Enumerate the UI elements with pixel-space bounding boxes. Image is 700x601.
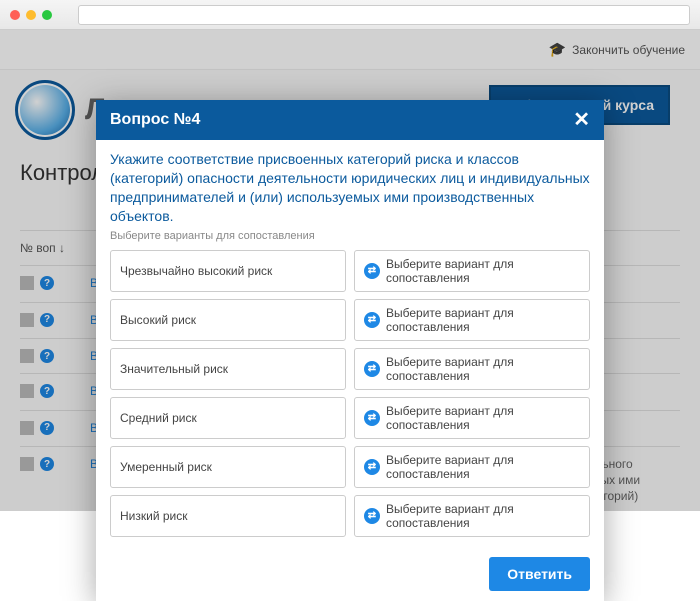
match-left-cell[interactable]: Умеренный риск bbox=[110, 446, 346, 488]
match-left-cell[interactable]: Средний риск bbox=[110, 397, 346, 439]
swap-icon: ⇄ bbox=[364, 263, 380, 279]
question-text: Укажите соответствие присвоенных категор… bbox=[110, 150, 590, 226]
match-left-label: Средний риск bbox=[120, 411, 197, 425]
url-bar[interactable] bbox=[78, 5, 690, 25]
swap-icon: ⇄ bbox=[364, 312, 380, 328]
match-row: Значительный риск ⇄ Выберите вариант для с… bbox=[110, 348, 590, 390]
modal-body: Укажите соответствие присвоенных категор… bbox=[96, 140, 604, 547]
browser-chrome bbox=[0, 0, 700, 30]
match-left-cell[interactable]: Высокий риск bbox=[110, 299, 346, 341]
match-left-label: Чрезвычайно высокий риск bbox=[120, 264, 272, 278]
match-right-cell[interactable]: ⇄ Выберите вариант для сопоставления bbox=[354, 250, 590, 292]
match-rows: Чрезвычайно высокий риск ⇄ Выберите вариан… bbox=[110, 250, 590, 537]
match-right-cell[interactable]: ⇄ Выберите вариант для сопоставления bbox=[354, 299, 590, 341]
match-right-placeholder: Выберите вариант для сопоставления bbox=[386, 404, 580, 432]
match-right-placeholder: Выберите вариант для сопоставления bbox=[386, 355, 580, 383]
match-left-cell[interactable]: Чрезвычайно высокий риск bbox=[110, 250, 346, 292]
swap-icon: ⇄ bbox=[364, 410, 380, 426]
match-left-cell[interactable]: Низкий риск bbox=[110, 495, 346, 537]
modal-header: Вопрос №4 ✕ bbox=[96, 100, 604, 140]
match-left-label: Значительный риск bbox=[120, 362, 228, 376]
answer-button[interactable]: Ответить bbox=[489, 557, 590, 591]
match-right-cell[interactable]: ⇄ Выберите вариант для сопоставления bbox=[354, 397, 590, 439]
window-max-dot[interactable] bbox=[42, 10, 52, 20]
window-close-dot[interactable] bbox=[10, 10, 20, 20]
modal-footer: Ответить bbox=[96, 547, 604, 601]
page: 🎓 Закончить обучение Л Работа с темой ку… bbox=[0, 30, 700, 511]
match-row: Чрезвычайно высокий риск ⇄ Выберите вариан… bbox=[110, 250, 590, 292]
match-row: Средний риск ⇄ Выберите вариант для сопост… bbox=[110, 397, 590, 439]
match-left-label: Умеренный риск bbox=[120, 460, 212, 474]
match-right-placeholder: Выберите вариант для сопоставления bbox=[386, 306, 580, 334]
match-right-placeholder: Выберите вариант для сопоставления bbox=[386, 257, 580, 285]
swap-icon: ⇄ bbox=[364, 459, 380, 475]
swap-icon: ⇄ bbox=[364, 508, 380, 524]
match-left-cell[interactable]: Значительный риск bbox=[110, 348, 346, 390]
match-row: Низкий риск ⇄ Выберите вариант для сопоста… bbox=[110, 495, 590, 537]
close-icon[interactable]: ✕ bbox=[573, 110, 590, 130]
match-row: Высокий риск ⇄ Выберите вариант для сопост… bbox=[110, 299, 590, 341]
match-right-cell[interactable]: ⇄ Выберите вариант для сопоставления bbox=[354, 348, 590, 390]
window-min-dot[interactable] bbox=[26, 10, 36, 20]
match-row: Умеренный риск ⇄ Выберите вариант для сопо… bbox=[110, 446, 590, 488]
match-right-cell[interactable]: ⇄ Выберите вариант для сопоставления bbox=[354, 495, 590, 537]
swap-icon: ⇄ bbox=[364, 361, 380, 377]
match-right-placeholder: Выберите вариант для сопоставления bbox=[386, 502, 580, 530]
match-right-cell[interactable]: ⇄ Выберите вариант для сопоставления bbox=[354, 446, 590, 488]
modal-title: Вопрос №4 bbox=[110, 111, 200, 129]
question-modal: Вопрос №4 ✕ Укажите соответствие присвое… bbox=[96, 100, 604, 601]
match-left-label: Высокий риск bbox=[120, 313, 196, 327]
question-hint: Выберите варианты для сопоставления bbox=[110, 230, 590, 242]
match-right-placeholder: Выберите вариант для сопоставления bbox=[386, 453, 580, 481]
